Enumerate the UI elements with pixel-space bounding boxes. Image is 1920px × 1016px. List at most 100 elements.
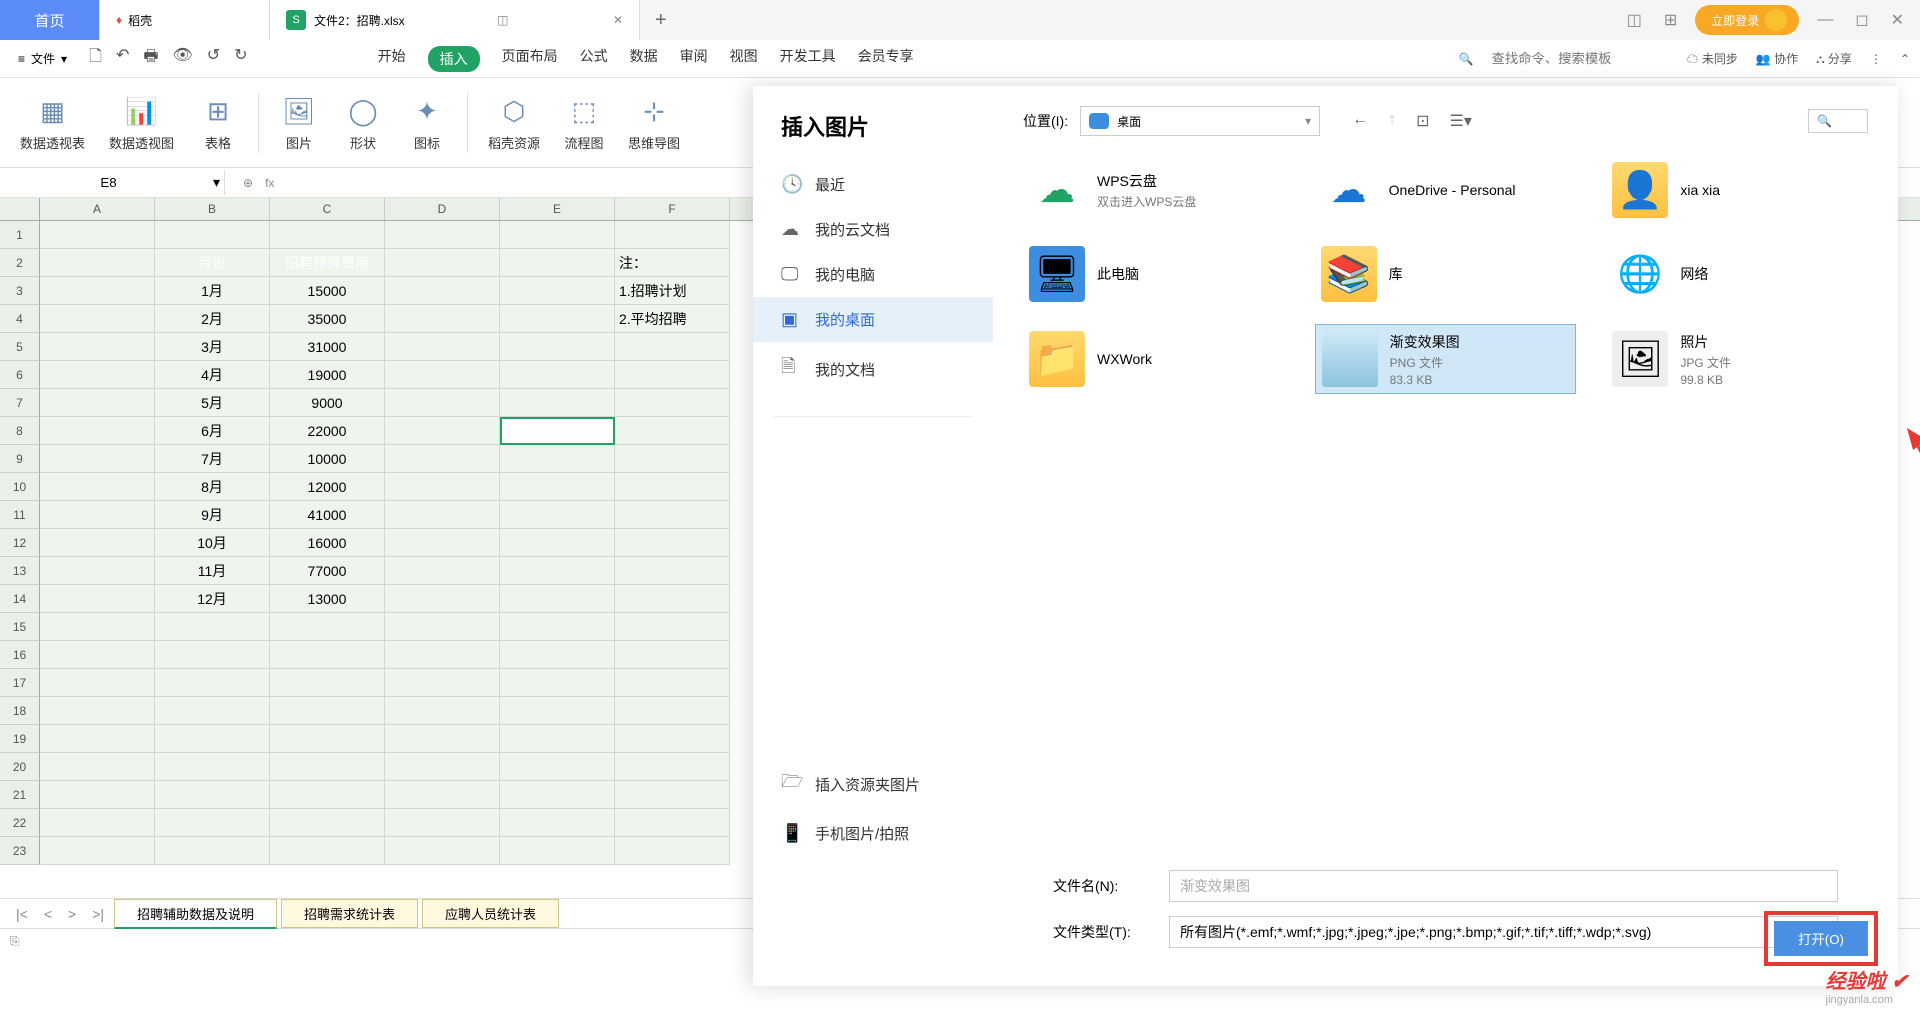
cell[interactable] xyxy=(40,585,155,613)
cell[interactable] xyxy=(385,725,500,753)
maximize-icon[interactable]: ◻ xyxy=(1851,10,1872,30)
cell[interactable] xyxy=(155,809,270,837)
cell[interactable] xyxy=(500,473,615,501)
cell[interactable] xyxy=(155,837,270,865)
menu-view[interactable]: 视图 xyxy=(730,46,758,72)
cell[interactable] xyxy=(500,725,615,753)
cell[interactable]: 9月 xyxy=(155,501,270,529)
ribbon-table[interactable]: ⊞表格 xyxy=(190,93,246,152)
row-header[interactable]: 15 xyxy=(0,613,40,641)
row-header[interactable]: 2 xyxy=(0,249,40,277)
sheet-next-icon[interactable]: > xyxy=(62,906,82,922)
cell[interactable] xyxy=(270,781,385,809)
cell[interactable] xyxy=(385,529,500,557)
cell[interactable]: 15000 xyxy=(270,277,385,305)
ribbon-flowchart[interactable]: ⬚流程图 xyxy=(556,93,612,152)
back-icon[interactable]: ↶ xyxy=(116,45,129,72)
file-item-wps-cloud[interactable]: ☁WPS云盘双击进入WPS云盘 xyxy=(1023,156,1285,224)
ribbon-pivot-chart[interactable]: 📊数据透视图 xyxy=(101,93,182,152)
cell[interactable] xyxy=(385,837,500,865)
name-box[interactable]: ▾ xyxy=(0,170,225,195)
cell[interactable] xyxy=(500,585,615,613)
cell[interactable] xyxy=(40,641,155,669)
cell[interactable] xyxy=(385,809,500,837)
cell[interactable] xyxy=(615,725,730,753)
cell[interactable] xyxy=(40,809,155,837)
cell[interactable]: 35000 xyxy=(270,305,385,333)
ribbon-icons[interactable]: ✦图标 xyxy=(399,93,455,152)
mode-icon[interactable]: ⎘ xyxy=(10,934,20,949)
menu-insert[interactable]: 插入 xyxy=(428,46,480,72)
menu-vip[interactable]: 会员专享 xyxy=(858,46,914,72)
cell[interactable] xyxy=(155,781,270,809)
col-header[interactable]: F xyxy=(615,198,730,220)
select-all[interactable] xyxy=(0,198,40,220)
ribbon-mindmap[interactable]: ⊹思维导图 xyxy=(620,93,688,152)
col-header[interactable]: E xyxy=(500,198,615,220)
cell[interactable] xyxy=(500,389,615,417)
cell[interactable] xyxy=(270,753,385,781)
share-icon[interactable]: ⛬ 分享 xyxy=(1816,50,1852,67)
search-button[interactable]: 🔍 xyxy=(1808,109,1868,133)
row-header[interactable]: 4 xyxy=(0,305,40,333)
cell[interactable] xyxy=(385,501,500,529)
zoom-icon[interactable]: ⊕ xyxy=(243,176,253,190)
file-item-onedrive[interactable]: ☁OneDrive - Personal xyxy=(1315,156,1577,224)
cell[interactable] xyxy=(615,781,730,809)
cell[interactable]: 11月 xyxy=(155,557,270,585)
file-item-wxwork[interactable]: 📁WXWork xyxy=(1023,324,1285,394)
cell[interactable] xyxy=(500,417,615,445)
sidebar-desktop[interactable]: ▣我的桌面 xyxy=(753,297,993,342)
file-item-gradient[interactable]: 渐变效果图PNG 文件83.3 KB xyxy=(1315,324,1577,394)
cell[interactable]: 5月 xyxy=(155,389,270,417)
file-menu[interactable]: ≡ 文件 ▾ xyxy=(10,46,75,71)
col-header[interactable]: D xyxy=(385,198,500,220)
sidebar-pc[interactable]: 🖵我的电脑 xyxy=(753,252,993,297)
cell[interactable] xyxy=(270,837,385,865)
window-close-icon[interactable]: ✕ xyxy=(1887,10,1908,30)
filename-input[interactable] xyxy=(1169,870,1838,902)
row-header[interactable]: 20 xyxy=(0,753,40,781)
location-select[interactable]: 桌面 ▾ xyxy=(1080,106,1320,136)
cell[interactable]: 注： xyxy=(615,249,730,277)
cell[interactable] xyxy=(500,277,615,305)
cell[interactable] xyxy=(500,529,615,557)
collapse-icon[interactable]: ⌃ xyxy=(1900,52,1910,66)
cell[interactable] xyxy=(500,641,615,669)
menu-review[interactable]: 审阅 xyxy=(680,46,708,72)
cell[interactable]: 招聘预算费用 xyxy=(270,249,385,277)
cell[interactable] xyxy=(385,613,500,641)
tab-add[interactable]: + xyxy=(640,0,682,40)
cell[interactable] xyxy=(155,669,270,697)
minimize-icon[interactable]: — xyxy=(1813,11,1837,29)
chevron-down-icon[interactable]: ▾ xyxy=(213,174,220,191)
cell[interactable]: 9000 xyxy=(270,389,385,417)
cell[interactable] xyxy=(40,781,155,809)
row-header[interactable]: 10 xyxy=(0,473,40,501)
tab-home[interactable]: 首页 xyxy=(0,0,100,40)
cell[interactable] xyxy=(385,669,500,697)
cell[interactable] xyxy=(40,221,155,249)
row-header[interactable]: 11 xyxy=(0,501,40,529)
cell[interactable]: 6月 xyxy=(155,417,270,445)
cell[interactable]: 月份 xyxy=(155,249,270,277)
command-search[interactable] xyxy=(1492,51,1669,66)
cell[interactable] xyxy=(40,753,155,781)
cell[interactable] xyxy=(500,837,615,865)
row-header[interactable]: 13 xyxy=(0,557,40,585)
cell[interactable] xyxy=(40,837,155,865)
cell[interactable]: 8月 xyxy=(155,473,270,501)
cell[interactable] xyxy=(385,389,500,417)
cell[interactable] xyxy=(155,725,270,753)
cell[interactable] xyxy=(40,613,155,641)
sidebar-cloud[interactable]: ☁我的云文档 xyxy=(753,207,993,252)
cell[interactable] xyxy=(500,221,615,249)
col-header[interactable]: C xyxy=(270,198,385,220)
cell[interactable] xyxy=(615,585,730,613)
new-folder-icon[interactable]: ⊡ xyxy=(1416,111,1429,131)
cell[interactable] xyxy=(40,249,155,277)
cell[interactable] xyxy=(615,697,730,725)
cell[interactable] xyxy=(40,697,155,725)
cell[interactable]: 22000 xyxy=(270,417,385,445)
ribbon-shapes[interactable]: ◯形状 xyxy=(335,93,391,152)
